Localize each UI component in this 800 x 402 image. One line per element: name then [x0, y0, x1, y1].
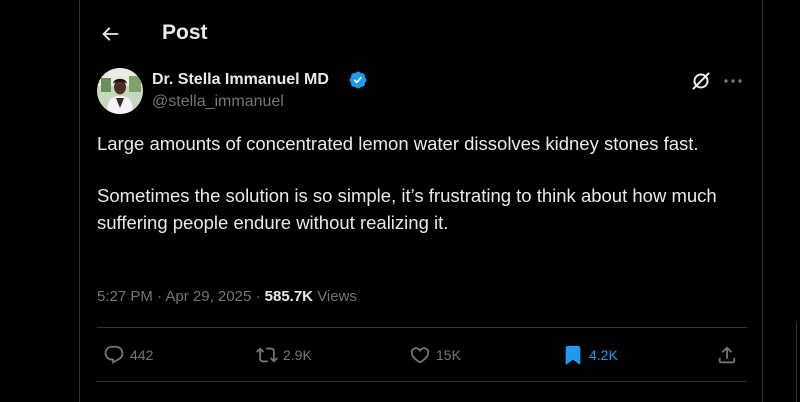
tweet-date[interactable]: Apr 29, 2025: [165, 288, 251, 305]
like-button[interactable]: 15K: [409, 343, 461, 367]
avatar-image: [97, 68, 143, 114]
share-icon: [718, 346, 736, 364]
author-handle[interactable]: @stella_immanuel: [152, 92, 284, 112]
reply-count: 442: [130, 347, 154, 363]
avatar[interactable]: [97, 68, 143, 114]
reply-button[interactable]: 442: [103, 343, 153, 367]
back-button[interactable]: [96, 20, 124, 48]
right-panel-edge: [790, 0, 800, 402]
bookmark-button[interactable]: 4.2K: [562, 343, 618, 367]
divider: [97, 381, 747, 382]
more-options-button[interactable]: [722, 70, 744, 92]
like-count: 15K: [436, 347, 461, 363]
arrow-left-icon: [102, 27, 119, 41]
column-border-right: [762, 0, 763, 402]
right-panel-divider: [796, 322, 797, 402]
tweet-text: Large amounts of concentrated lemon wate…: [97, 130, 747, 236]
meta-separator: ·: [255, 288, 265, 305]
views-label: Views: [317, 288, 357, 305]
tweet-paragraph: Large amounts of concentrated lemon wate…: [97, 133, 699, 154]
reply-icon: [104, 345, 124, 364]
author-display-name[interactable]: Dr. Stella Immanuel MD: [152, 70, 329, 90]
repost-count: 2.9K: [283, 347, 312, 363]
bookmark-count: 4.2K: [589, 347, 618, 363]
bookmark-icon: [565, 345, 581, 366]
more-dots-icon: [724, 79, 742, 83]
share-button[interactable]: [716, 343, 738, 367]
column-border-left: [79, 0, 80, 402]
verified-badge-icon: [349, 71, 367, 89]
grok-button[interactable]: [690, 70, 712, 92]
tweet-meta: 5:27 PM · Apr 29, 2025 · 585.7K Views: [97, 287, 357, 307]
page-title: Post: [162, 21, 208, 44]
grok-icon: [692, 72, 710, 90]
heart-icon: [410, 347, 430, 364]
repost-button[interactable]: 2.9K: [256, 343, 312, 367]
tweet-paragraph: Sometimes the solution is so simple, it’…: [97, 185, 717, 233]
repost-icon: [256, 347, 278, 363]
views-count: 585.7K: [264, 288, 314, 305]
divider: [97, 327, 747, 328]
tweet-time[interactable]: 5:27 PM: [97, 288, 153, 305]
